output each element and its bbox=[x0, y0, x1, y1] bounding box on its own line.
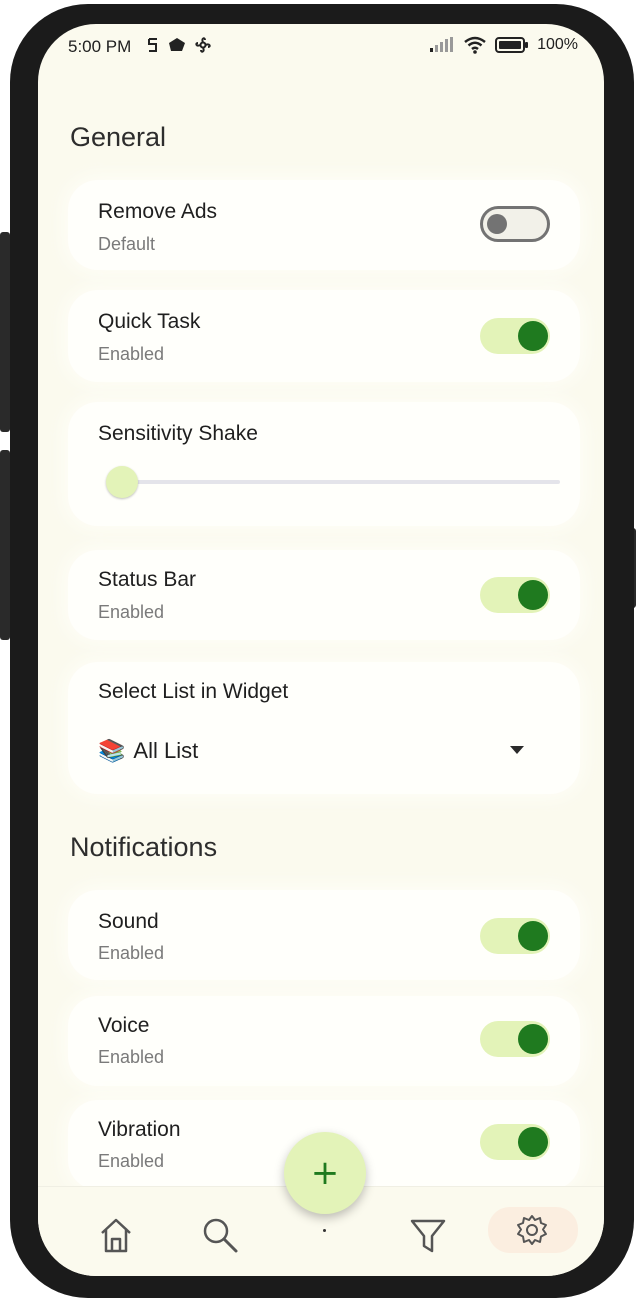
setting-title: Vibration bbox=[98, 1118, 181, 1141]
toggle-knob bbox=[518, 1127, 548, 1157]
notification-icon-1 bbox=[148, 38, 157, 52]
phone-frame: 5:00 PM 100% General Remove Ads Default … bbox=[0, 0, 640, 1300]
setting-title: Sensitivity Shake bbox=[98, 422, 258, 445]
toggle-knob bbox=[518, 580, 548, 610]
nav-settings[interactable] bbox=[488, 1207, 578, 1253]
setting-sound[interactable]: Sound Enabled bbox=[68, 890, 580, 980]
setting-status: Enabled bbox=[98, 1151, 165, 1171]
setting-title: Sound bbox=[98, 910, 159, 933]
filter-icon bbox=[410, 1219, 446, 1253]
setting-title: Remove Ads bbox=[98, 200, 218, 223]
voice-toggle[interactable] bbox=[480, 1021, 550, 1057]
settings-icon bbox=[517, 1215, 547, 1245]
setting-status: Enabled bbox=[98, 344, 165, 364]
notification-icon-3 bbox=[195, 37, 211, 53]
remove-ads-toggle[interactable] bbox=[480, 206, 550, 242]
home-icon bbox=[101, 1218, 131, 1253]
dropdown-arrow-icon[interactable] bbox=[510, 746, 524, 754]
nav-search[interactable] bbox=[196, 1211, 244, 1259]
signal-icon bbox=[430, 37, 454, 52]
status-time: 5:00 PM bbox=[68, 37, 132, 56]
setting-status: Enabled bbox=[98, 602, 165, 622]
app-screen: 5:00 PM 100% General Remove Ads Default … bbox=[38, 24, 604, 1276]
nav-filter[interactable] bbox=[404, 1211, 452, 1259]
quick-task-toggle[interactable] bbox=[480, 318, 550, 354]
dropdown-selected-value: All List bbox=[133, 738, 199, 763]
nav-center-dot bbox=[323, 1229, 326, 1232]
status-bar-toggle[interactable] bbox=[480, 577, 550, 613]
toggle-knob bbox=[518, 921, 548, 951]
section-title-general: General bbox=[70, 122, 167, 152]
toggle-knob bbox=[518, 321, 548, 351]
nav-home[interactable] bbox=[92, 1211, 140, 1259]
toggle-knob bbox=[518, 1024, 548, 1054]
vibration-toggle[interactable] bbox=[480, 1124, 550, 1160]
toggle-knob bbox=[487, 214, 507, 234]
battery-percent: 100% bbox=[537, 36, 578, 53]
setting-status: Enabled bbox=[98, 1047, 165, 1067]
wifi-icon bbox=[464, 36, 486, 54]
setting-select-list: Select List in Widget 📚 All List bbox=[68, 662, 580, 794]
setting-title: Status Bar bbox=[98, 568, 197, 591]
list-dropdown[interactable]: 📚 All List bbox=[98, 738, 198, 764]
sound-toggle[interactable] bbox=[480, 918, 550, 954]
section-title-notifications: Notifications bbox=[70, 832, 218, 862]
search-icon bbox=[203, 1218, 238, 1253]
setting-sensitivity-shake: Sensitivity Shake bbox=[68, 402, 580, 526]
notification-icon-2 bbox=[169, 38, 185, 51]
setting-quick-task[interactable]: Quick Task Enabled bbox=[68, 290, 580, 382]
volume-up-button bbox=[0, 232, 10, 432]
setting-title: Select List in Widget bbox=[98, 680, 289, 703]
sensitivity-slider-track[interactable] bbox=[120, 480, 560, 484]
setting-status: Default bbox=[98, 234, 156, 254]
add-task-button[interactable]: + bbox=[284, 1132, 366, 1214]
sensitivity-slider-thumb[interactable] bbox=[106, 466, 138, 498]
volume-down-button bbox=[0, 450, 10, 640]
battery-icon bbox=[495, 37, 529, 53]
system-icons: 100% bbox=[429, 36, 578, 54]
setting-status-bar[interactable]: Status Bar Enabled bbox=[68, 550, 580, 640]
setting-remove-ads[interactable]: Remove Ads Default bbox=[68, 180, 580, 270]
setting-title: Voice bbox=[98, 1014, 150, 1037]
setting-title: Quick Task bbox=[98, 310, 201, 333]
notification-icons bbox=[146, 36, 212, 54]
books-icon: 📚 bbox=[98, 738, 126, 763]
setting-voice[interactable]: Voice Enabled bbox=[68, 996, 580, 1086]
setting-status: Enabled bbox=[98, 943, 165, 963]
status-bar: 5:00 PM 100% bbox=[38, 24, 604, 68]
